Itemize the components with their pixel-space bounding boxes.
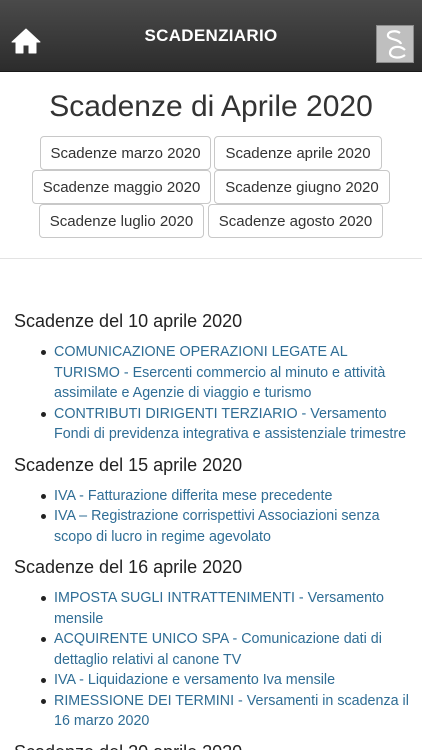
deadline-link[interactable]: IVA - Liquidazione e versamento Iva mens…: [54, 672, 335, 688]
month-button-maggio[interactable]: Scadenze maggio 2020: [32, 170, 211, 204]
list-item: IVA - Liquidazione e versamento Iva mens…: [41, 670, 416, 691]
month-button-aprile[interactable]: Scadenze aprile 2020: [214, 136, 382, 170]
month-selector: Scadenze di Aprile 2020 Scadenze marzo 2…: [0, 72, 422, 258]
logo-icon: [376, 25, 414, 63]
section-title: Scadenze del 16 aprile 2020: [14, 557, 243, 577]
list-item: COMUNICAZIONE OPERAZIONI LEGATE AL TURIS…: [41, 342, 416, 404]
app-title: SCADENZIARIO: [144, 25, 278, 45]
deadline-section: Scadenze del 20 aprile 2020: [14, 740, 416, 750]
deadline-list: Scadenze del 10 aprile 2020 COMUNICAZION…: [14, 309, 416, 750]
list-item: RIMESSIONE DEI TERMINI - Versamenti in s…: [41, 691, 416, 732]
section-title: Scadenze del 20 aprile 2020: [14, 740, 416, 750]
deadline-section: Scadenze del 16 aprile 2020 IMPOSTA SUGL…: [14, 555, 416, 732]
list-item: CONTRIBUTI DIRIGENTI TERZIARIO - Versame…: [41, 404, 416, 445]
section-title: Scadenze del 10 aprile 2020: [14, 311, 243, 331]
list-item: IMPOSTA SUGLI INTRATTENIMENTI - Versamen…: [41, 588, 416, 629]
deadline-link[interactable]: ACQUIRENTE UNICO SPA - Comunicazione dat…: [54, 631, 382, 668]
month-button-marzo[interactable]: Scadenze marzo 2020: [40, 136, 211, 170]
divider: [0, 258, 422, 259]
month-button-agosto[interactable]: Scadenze agosto 2020: [208, 204, 383, 238]
deadline-link[interactable]: IMPOSTA SUGLI INTRATTENIMENTI - Versamen…: [54, 590, 384, 627]
list-item: IVA - Fatturazione differita mese preced…: [41, 486, 416, 507]
month-button-giugno[interactable]: Scadenze giugno 2020: [214, 170, 390, 204]
deadline-link[interactable]: CONTRIBUTI DIRIGENTI TERZIARIO - Versame…: [54, 406, 406, 443]
deadline-link[interactable]: COMUNICAZIONE OPERAZIONI LEGATE AL TURIS…: [54, 344, 385, 401]
list-item: IVA – Registrazione corrispettivi Associ…: [41, 506, 416, 547]
month-button-luglio[interactable]: Scadenze luglio 2020: [39, 204, 204, 238]
section-title: Scadenze del 15 aprile 2020: [14, 454, 243, 475]
deadline-link[interactable]: IVA - Fatturazione differita mese preced…: [54, 488, 332, 504]
deadline-link[interactable]: RIMESSIONE DEI TERMINI - Versamenti in s…: [54, 693, 409, 730]
deadline-section: Scadenze del 15 aprile 2020 IVA - Fattur…: [14, 453, 416, 548]
home-icon[interactable]: [10, 27, 42, 55]
deadline-section: Scadenze del 10 aprile 2020 COMUNICAZION…: [14, 309, 416, 445]
page-title: Scadenze di Aprile 2020: [49, 90, 373, 123]
list-item: ACQUIRENTE UNICO SPA - Comunicazione dat…: [41, 629, 416, 670]
app-header: SCADENZIARIO: [0, 0, 422, 72]
deadline-link[interactable]: IVA – Registrazione corrispettivi Associ…: [54, 508, 380, 545]
